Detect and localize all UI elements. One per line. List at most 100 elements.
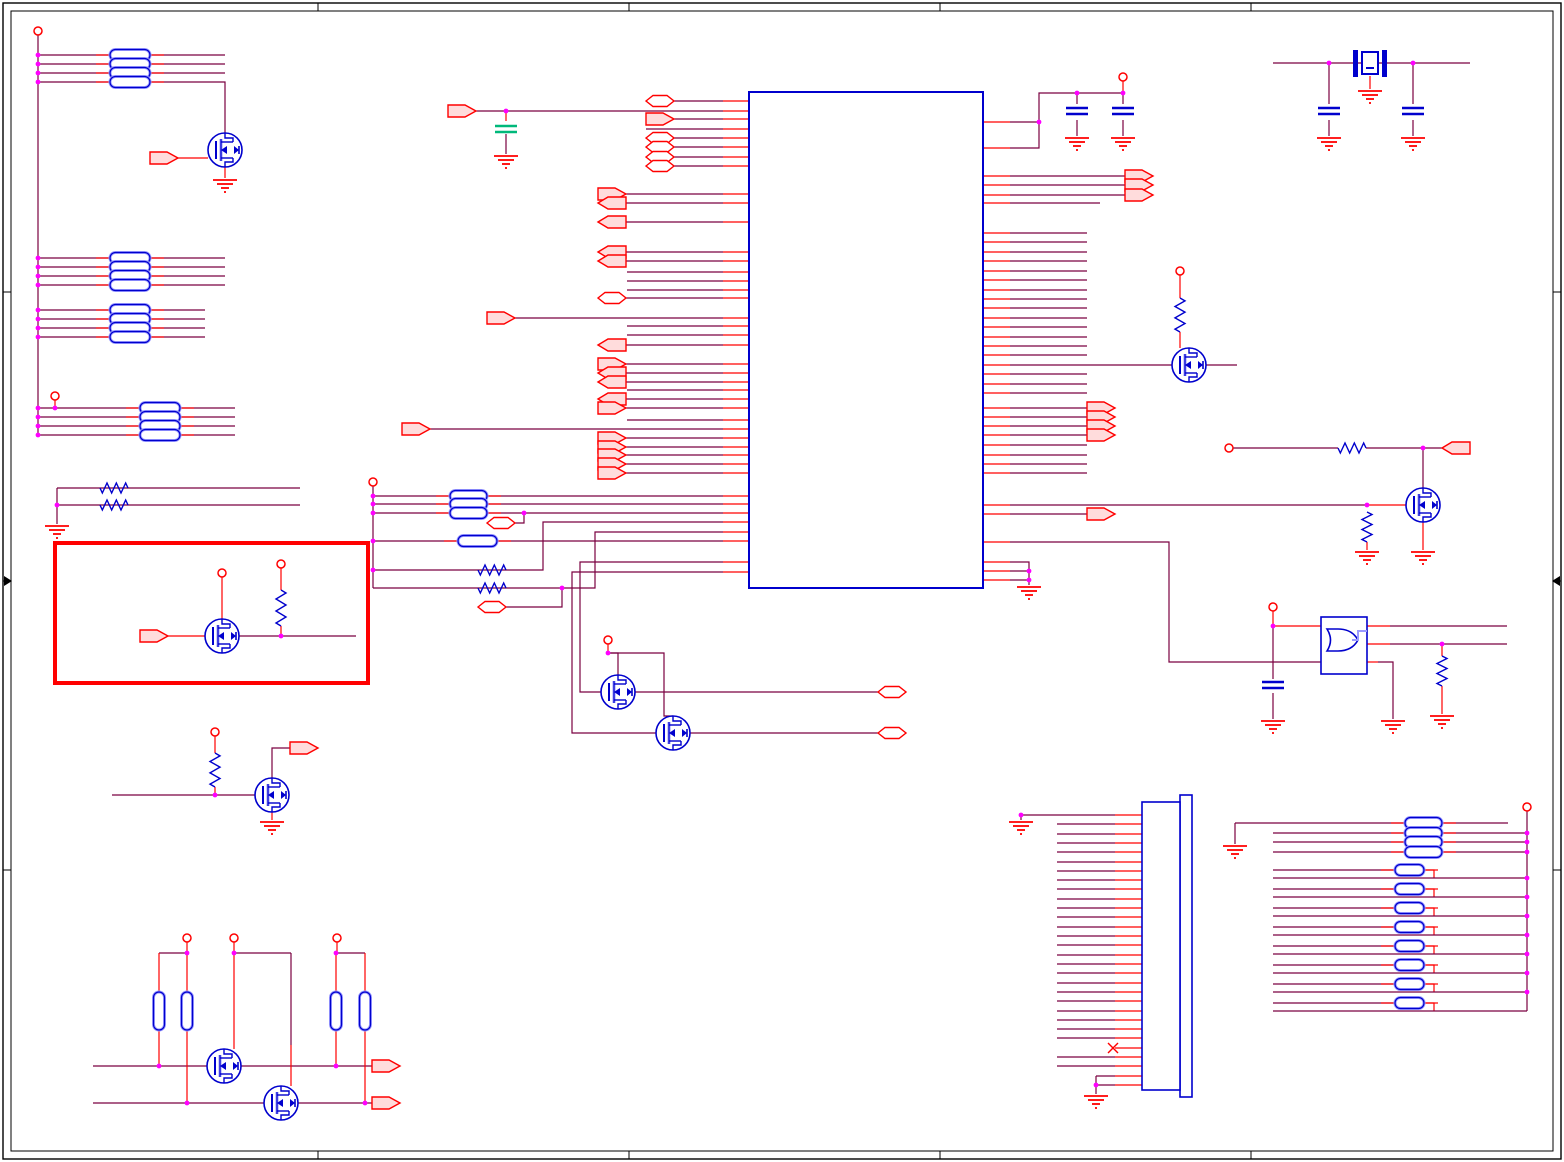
- power-pin[interactable]: [332, 933, 342, 943]
- net-label-out[interactable]: [1124, 188, 1155, 202]
- wire-red[interactable]: [1424, 888, 1435, 897]
- net-label-bidir[interactable]: [644, 94, 676, 108]
- ground-symbol[interactable]: [494, 155, 518, 169]
- mosfet[interactable]: [655, 715, 691, 751]
- resistor[interactable]: [1381, 901, 1438, 915]
- wire-red[interactable]: [1424, 926, 1435, 935]
- capacitor[interactable]: [1262, 680, 1284, 690]
- ground-symbol[interactable]: [1111, 137, 1135, 151]
- ground-symbol[interactable]: [1223, 845, 1247, 859]
- net-label-out[interactable]: [371, 1096, 402, 1110]
- capacitor[interactable]: [1112, 106, 1134, 116]
- power-pin[interactable]: [276, 559, 286, 569]
- net-label-bidir[interactable]: [476, 600, 508, 614]
- mosfet[interactable]: [207, 132, 243, 168]
- mosfet[interactable]: [206, 1048, 242, 1084]
- net-label-out[interactable]: [645, 112, 676, 126]
- resistor[interactable]: [1381, 863, 1438, 877]
- resistor-zigzag[interactable]: [274, 589, 288, 627]
- wire-red[interactable]: [1424, 983, 1435, 992]
- net-label-in[interactable]: [596, 338, 627, 352]
- ground-symbol[interactable]: [213, 179, 237, 193]
- connector[interactable]: [1141, 794, 1193, 1098]
- wire[interactable]: [38, 81, 226, 133]
- main-ic[interactable]: [748, 91, 984, 589]
- net-label-out[interactable]: [401, 422, 432, 436]
- capacitor[interactable]: [495, 124, 517, 134]
- ground-symbol[interactable]: [260, 821, 284, 835]
- resistor[interactable]: [444, 534, 511, 548]
- ground-symbol[interactable]: [1084, 1095, 1108, 1109]
- resistor-zigzag[interactable]: [1435, 655, 1449, 687]
- resistor[interactable]: [152, 990, 166, 1032]
- ground-symbol[interactable]: [1430, 715, 1454, 729]
- resistor[interactable]: [1381, 920, 1438, 934]
- mosfet[interactable]: [1171, 347, 1207, 383]
- net-label-out[interactable]: [1086, 428, 1117, 442]
- ground-symbol[interactable]: [1017, 586, 1041, 600]
- mosfet[interactable]: [1405, 487, 1441, 523]
- wire[interactable]: [271, 747, 290, 778]
- ground-symbol[interactable]: [1381, 720, 1405, 734]
- resistor[interactable]: [96, 330, 164, 344]
- ground-symbol[interactable]: [1009, 821, 1033, 835]
- wire[interactable]: [1010, 561, 1030, 585]
- net-label-out[interactable]: [289, 741, 320, 755]
- net-label-bidir[interactable]: [596, 291, 628, 305]
- power-pin[interactable]: [603, 635, 613, 645]
- wire[interactable]: [579, 561, 723, 693]
- net-label-out[interactable]: [371, 1059, 402, 1073]
- net-label-bidir[interactable]: [485, 516, 517, 530]
- resistor[interactable]: [1381, 996, 1438, 1010]
- ground-symbol[interactable]: [1317, 137, 1341, 151]
- resistor[interactable]: [1391, 845, 1456, 859]
- net-label-out[interactable]: [1086, 507, 1117, 521]
- resistor[interactable]: [1381, 882, 1438, 896]
- net-label-in[interactable]: [1440, 441, 1471, 455]
- net-label-bidir[interactable]: [876, 685, 908, 699]
- ground-symbol[interactable]: [1261, 720, 1285, 734]
- net-label-in[interactable]: [596, 215, 627, 229]
- power-pin[interactable]: [1118, 72, 1128, 82]
- wire[interactable]: [506, 588, 563, 608]
- power-pin[interactable]: [182, 933, 192, 943]
- wire-red[interactable]: [1424, 964, 1435, 973]
- net-label-in[interactable]: [596, 375, 627, 389]
- net-label-bidir[interactable]: [644, 159, 676, 173]
- schematic-canvas[interactable]: [0, 0, 1564, 1162]
- net-label-out[interactable]: [149, 151, 180, 165]
- power-pin[interactable]: [229, 933, 239, 943]
- resistor[interactable]: [96, 75, 164, 89]
- wire[interactable]: [373, 521, 723, 571]
- wire[interactable]: [1378, 661, 1394, 719]
- resistor-zigzag[interactable]: [99, 481, 129, 495]
- net-label-out[interactable]: [486, 311, 517, 325]
- highlight-box[interactable]: [53, 541, 370, 685]
- power-pin[interactable]: [1224, 443, 1234, 453]
- net-label-in[interactable]: [596, 254, 627, 268]
- resistor-zigzag[interactable]: [1360, 511, 1374, 543]
- resistor[interactable]: [180, 990, 194, 1032]
- wire[interactable]: [1010, 541, 1321, 663]
- resistor[interactable]: [329, 990, 343, 1032]
- logic-gate[interactable]: [1320, 616, 1368, 675]
- power-pin[interactable]: [1268, 602, 1278, 612]
- power-pin[interactable]: [217, 568, 227, 578]
- net-label-out[interactable]: [597, 466, 628, 480]
- wire-red[interactable]: [1424, 1002, 1435, 1011]
- capacitor[interactable]: [1402, 106, 1424, 116]
- wire-red[interactable]: [1424, 869, 1435, 878]
- net-label-out[interactable]: [139, 629, 170, 643]
- resistor[interactable]: [126, 428, 194, 442]
- resistor[interactable]: [1381, 977, 1438, 991]
- power-pin[interactable]: [1522, 802, 1532, 812]
- power-pin[interactable]: [368, 477, 378, 487]
- power-pin[interactable]: [1175, 266, 1185, 276]
- mosfet[interactable]: [254, 777, 290, 813]
- ground-symbol[interactable]: [1401, 137, 1425, 151]
- resistor-zigzag[interactable]: [477, 581, 507, 595]
- ground-symbol[interactable]: [1355, 551, 1379, 565]
- resistor[interactable]: [358, 990, 372, 1032]
- net-label-out[interactable]: [447, 104, 478, 118]
- ground-symbol[interactable]: [1065, 137, 1089, 151]
